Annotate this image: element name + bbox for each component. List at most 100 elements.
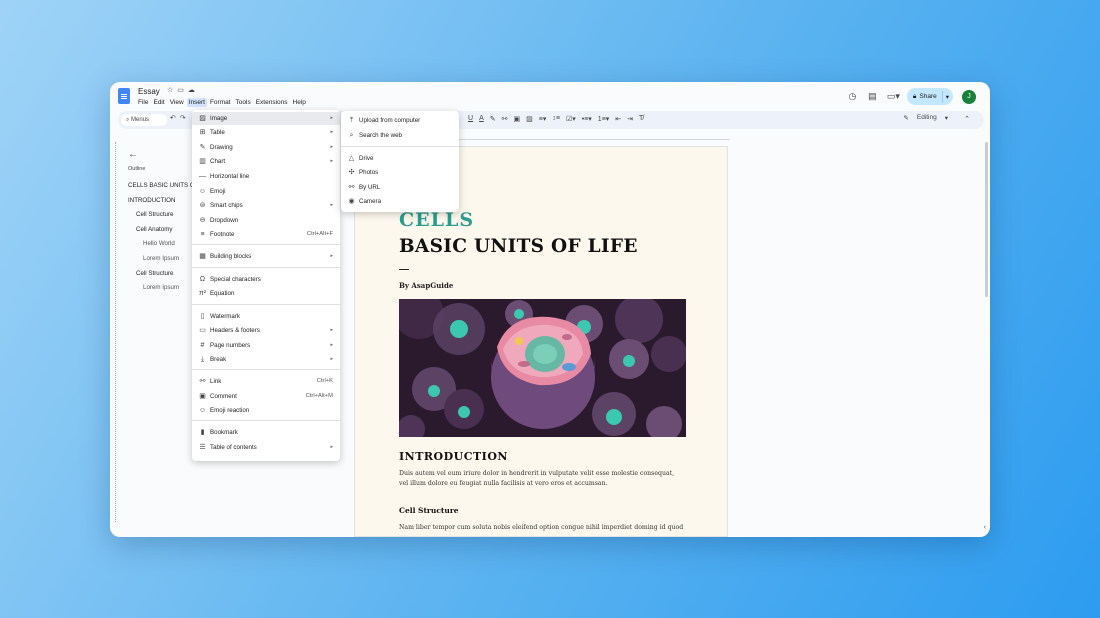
toolbar-left-icons: ↶ ↷ [170, 114, 186, 122]
share-button[interactable]: 🔒︎ Share ▾ [906, 88, 953, 105]
menu-item-chart[interactable]: ▥ Chart ▸ [192, 155, 340, 168]
menu-view[interactable]: View [168, 98, 186, 107]
menu-item-image[interactable]: ▨ Image ▸ [192, 112, 340, 125]
menu-item-table-of-contents[interactable]: ☰ Table of contents ▸ [192, 441, 340, 454]
hide-menus-icon[interactable]: ⌃ [964, 115, 970, 123]
back-arrow-icon[interactable]: ← [128, 149, 138, 160]
bookmark-icon: ▮ [200, 429, 205, 436]
docs-logo-icon[interactable] [118, 88, 130, 104]
menu-item-label: Emoji reaction [210, 407, 250, 414]
submenu-item-upload[interactable]: ⤒ Upload from computer [341, 114, 459, 127]
menu-item-page-numbers[interactable]: # Page numbers ▸ [192, 339, 340, 352]
search-icon: ⌕ [349, 132, 354, 139]
menu-item-table[interactable]: ⊞ Table ▸ [192, 126, 340, 139]
comments-icon[interactable]: ▤ [867, 91, 878, 102]
menu-item-break[interactable]: ⤓ Break ▸ [192, 353, 340, 366]
outline-item[interactable]: Hello World [128, 239, 198, 254]
share-divider [941, 90, 943, 103]
omega-icon: Ω [199, 276, 206, 283]
pencil-icon: ✎ [903, 115, 909, 122]
menu-item-emoji[interactable]: ☺ Emoji [192, 185, 340, 198]
menu-item-footnote[interactable]: ≡ Footnote Ctrl+Alt+F [192, 228, 340, 241]
clear-formatting-icon[interactable]: T̸ [639, 115, 643, 123]
menu-help[interactable]: Help [291, 98, 308, 107]
vertical-ruler[interactable] [115, 142, 117, 522]
submenu-item-drive[interactable]: △ Drive [341, 152, 459, 165]
menu-item-link[interactable]: ⚯ Link Ctrl+K [192, 375, 340, 388]
cloud-saved-icon[interactable]: ☁ [188, 86, 195, 94]
header-actions: ◷ ▤ ▭▾ 🔒︎ Share ▾ J [847, 88, 976, 105]
align-icon[interactable]: ≡▾ [539, 115, 547, 123]
menus-search-input[interactable]: ⌕ Menus [121, 114, 167, 126]
outline-item[interactable]: Lorem Ipsum [128, 254, 198, 269]
submenu-item-search-web[interactable]: ⌕ Search the web [341, 129, 459, 142]
share-dropdown-icon[interactable]: ▾ [946, 93, 949, 101]
submenu-item-by-url[interactable]: ⚯ By URL [341, 181, 459, 194]
menu-item-emoji-reaction[interactable]: ☺ Emoji reaction [192, 404, 340, 417]
editing-mode-selector[interactable]: ✎ Editing ▾ [903, 114, 948, 122]
horizontal-ruler[interactable] [450, 135, 730, 140]
menu-item-equation[interactable]: π² Equation [192, 287, 340, 300]
bulleted-list-icon[interactable]: •≡▾ [582, 115, 592, 123]
chevron-left-icon[interactable]: ‹ [984, 524, 986, 531]
menu-extensions[interactable]: Extensions [254, 98, 290, 107]
headers-footers-icon: ▭ [199, 327, 206, 334]
emoji-reaction-icon: ☺ [198, 407, 207, 414]
move-folder-icon[interactable]: ▭ [177, 86, 184, 94]
vertical-scrollbar[interactable] [985, 142, 988, 297]
decrease-indent-icon[interactable]: ⇤ [615, 115, 621, 123]
document-title[interactable]: Essay [138, 87, 160, 96]
avatar[interactable]: J [962, 89, 976, 104]
underline-icon[interactable]: U [468, 115, 473, 123]
add-comment-icon[interactable]: ▣ [513, 115, 520, 123]
undo-icon[interactable]: ↶ [170, 114, 176, 122]
redo-icon[interactable]: ↷ [180, 114, 186, 122]
menu-item-horizontal-line[interactable]: — Horizontal line [192, 170, 340, 183]
menu-item-special-characters[interactable]: Ω Special characters [192, 273, 340, 286]
line-spacing-icon[interactable]: ↕≡ [552, 115, 560, 123]
insert-image-icon[interactable]: ▨ [526, 115, 533, 123]
menu-item-bookmark[interactable]: ▮ Bookmark [192, 426, 340, 439]
menu-item-headers-footers[interactable]: ▭ Headers & footers ▸ [192, 324, 340, 337]
star-icon[interactable]: ☆ [167, 86, 173, 94]
outline-item[interactable]: Cell Structure [128, 269, 198, 284]
submenu-item-label: Search the web [359, 132, 402, 139]
text-color-icon[interactable]: A [479, 115, 484, 123]
increase-indent-icon[interactable]: ⇥ [627, 115, 633, 123]
outline-item[interactable]: Cell Structure [128, 210, 198, 225]
menu-item-smart-chips[interactable]: ⊜ Smart chips ▸ [192, 199, 340, 212]
menu-item-label: Horizontal line [210, 173, 250, 180]
drive-icon: △ [348, 155, 355, 162]
menu-item-comment[interactable]: ▣ Comment Ctrl+Alt+M [192, 390, 340, 403]
menu-item-drawing[interactable]: ✎ Drawing ▸ [192, 141, 340, 154]
outline-item[interactable]: INTRODUCTION [128, 196, 198, 211]
menu-divider [192, 244, 340, 245]
insert-menu: ▨ Image ▸ ⊞ Table ▸ ✎ Drawing ▸ ▥ Chart ▸ — Horiz… [192, 110, 340, 461]
meet-icon[interactable]: ▭▾ [887, 91, 900, 102]
menu-insert[interactable]: Insert [186, 98, 207, 107]
submenu-item-photos[interactable]: ✣ Photos [341, 166, 459, 179]
highlight-icon[interactable]: ✎ [490, 115, 496, 123]
submenu-arrow-icon: ▸ [330, 253, 333, 259]
menu-format[interactable]: Format [208, 98, 233, 107]
submenu-item-camera[interactable]: ◉ Camera [341, 195, 459, 208]
menu-item-dropdown[interactable]: ⊖ Dropdown [192, 214, 340, 227]
menu-item-watermark[interactable]: ▯ Watermark [192, 310, 340, 323]
menu-item-label: Comment [210, 393, 237, 400]
history-icon[interactable]: ◷ [847, 91, 858, 102]
menu-edit[interactable]: Edit [151, 98, 166, 107]
menu-tools[interactable]: Tools [234, 98, 253, 107]
menu-item-shortcut: Ctrl+Alt+M [305, 393, 333, 399]
menu-item-label: Chart [210, 158, 226, 165]
menu-item-building-blocks[interactable]: ▦ Building blocks ▸ [192, 250, 340, 263]
numbered-list-icon[interactable]: 1≡▾ [598, 115, 610, 123]
outline-item[interactable]: Cell Anatomy [128, 225, 198, 240]
outline-item[interactable]: Lorem Ipsum [128, 283, 198, 298]
cell-illustration[interactable] [399, 299, 686, 437]
chevron-down-icon: ▾ [944, 115, 948, 122]
insert-link-icon[interactable]: ⚯ [502, 115, 508, 123]
checklist-icon[interactable]: ☑▾ [566, 115, 576, 123]
menu-item-label: Link [210, 378, 222, 385]
outline-item[interactable]: CELLS BASIC UNITS OF LIFE [128, 181, 198, 196]
menu-file[interactable]: File [136, 98, 150, 107]
